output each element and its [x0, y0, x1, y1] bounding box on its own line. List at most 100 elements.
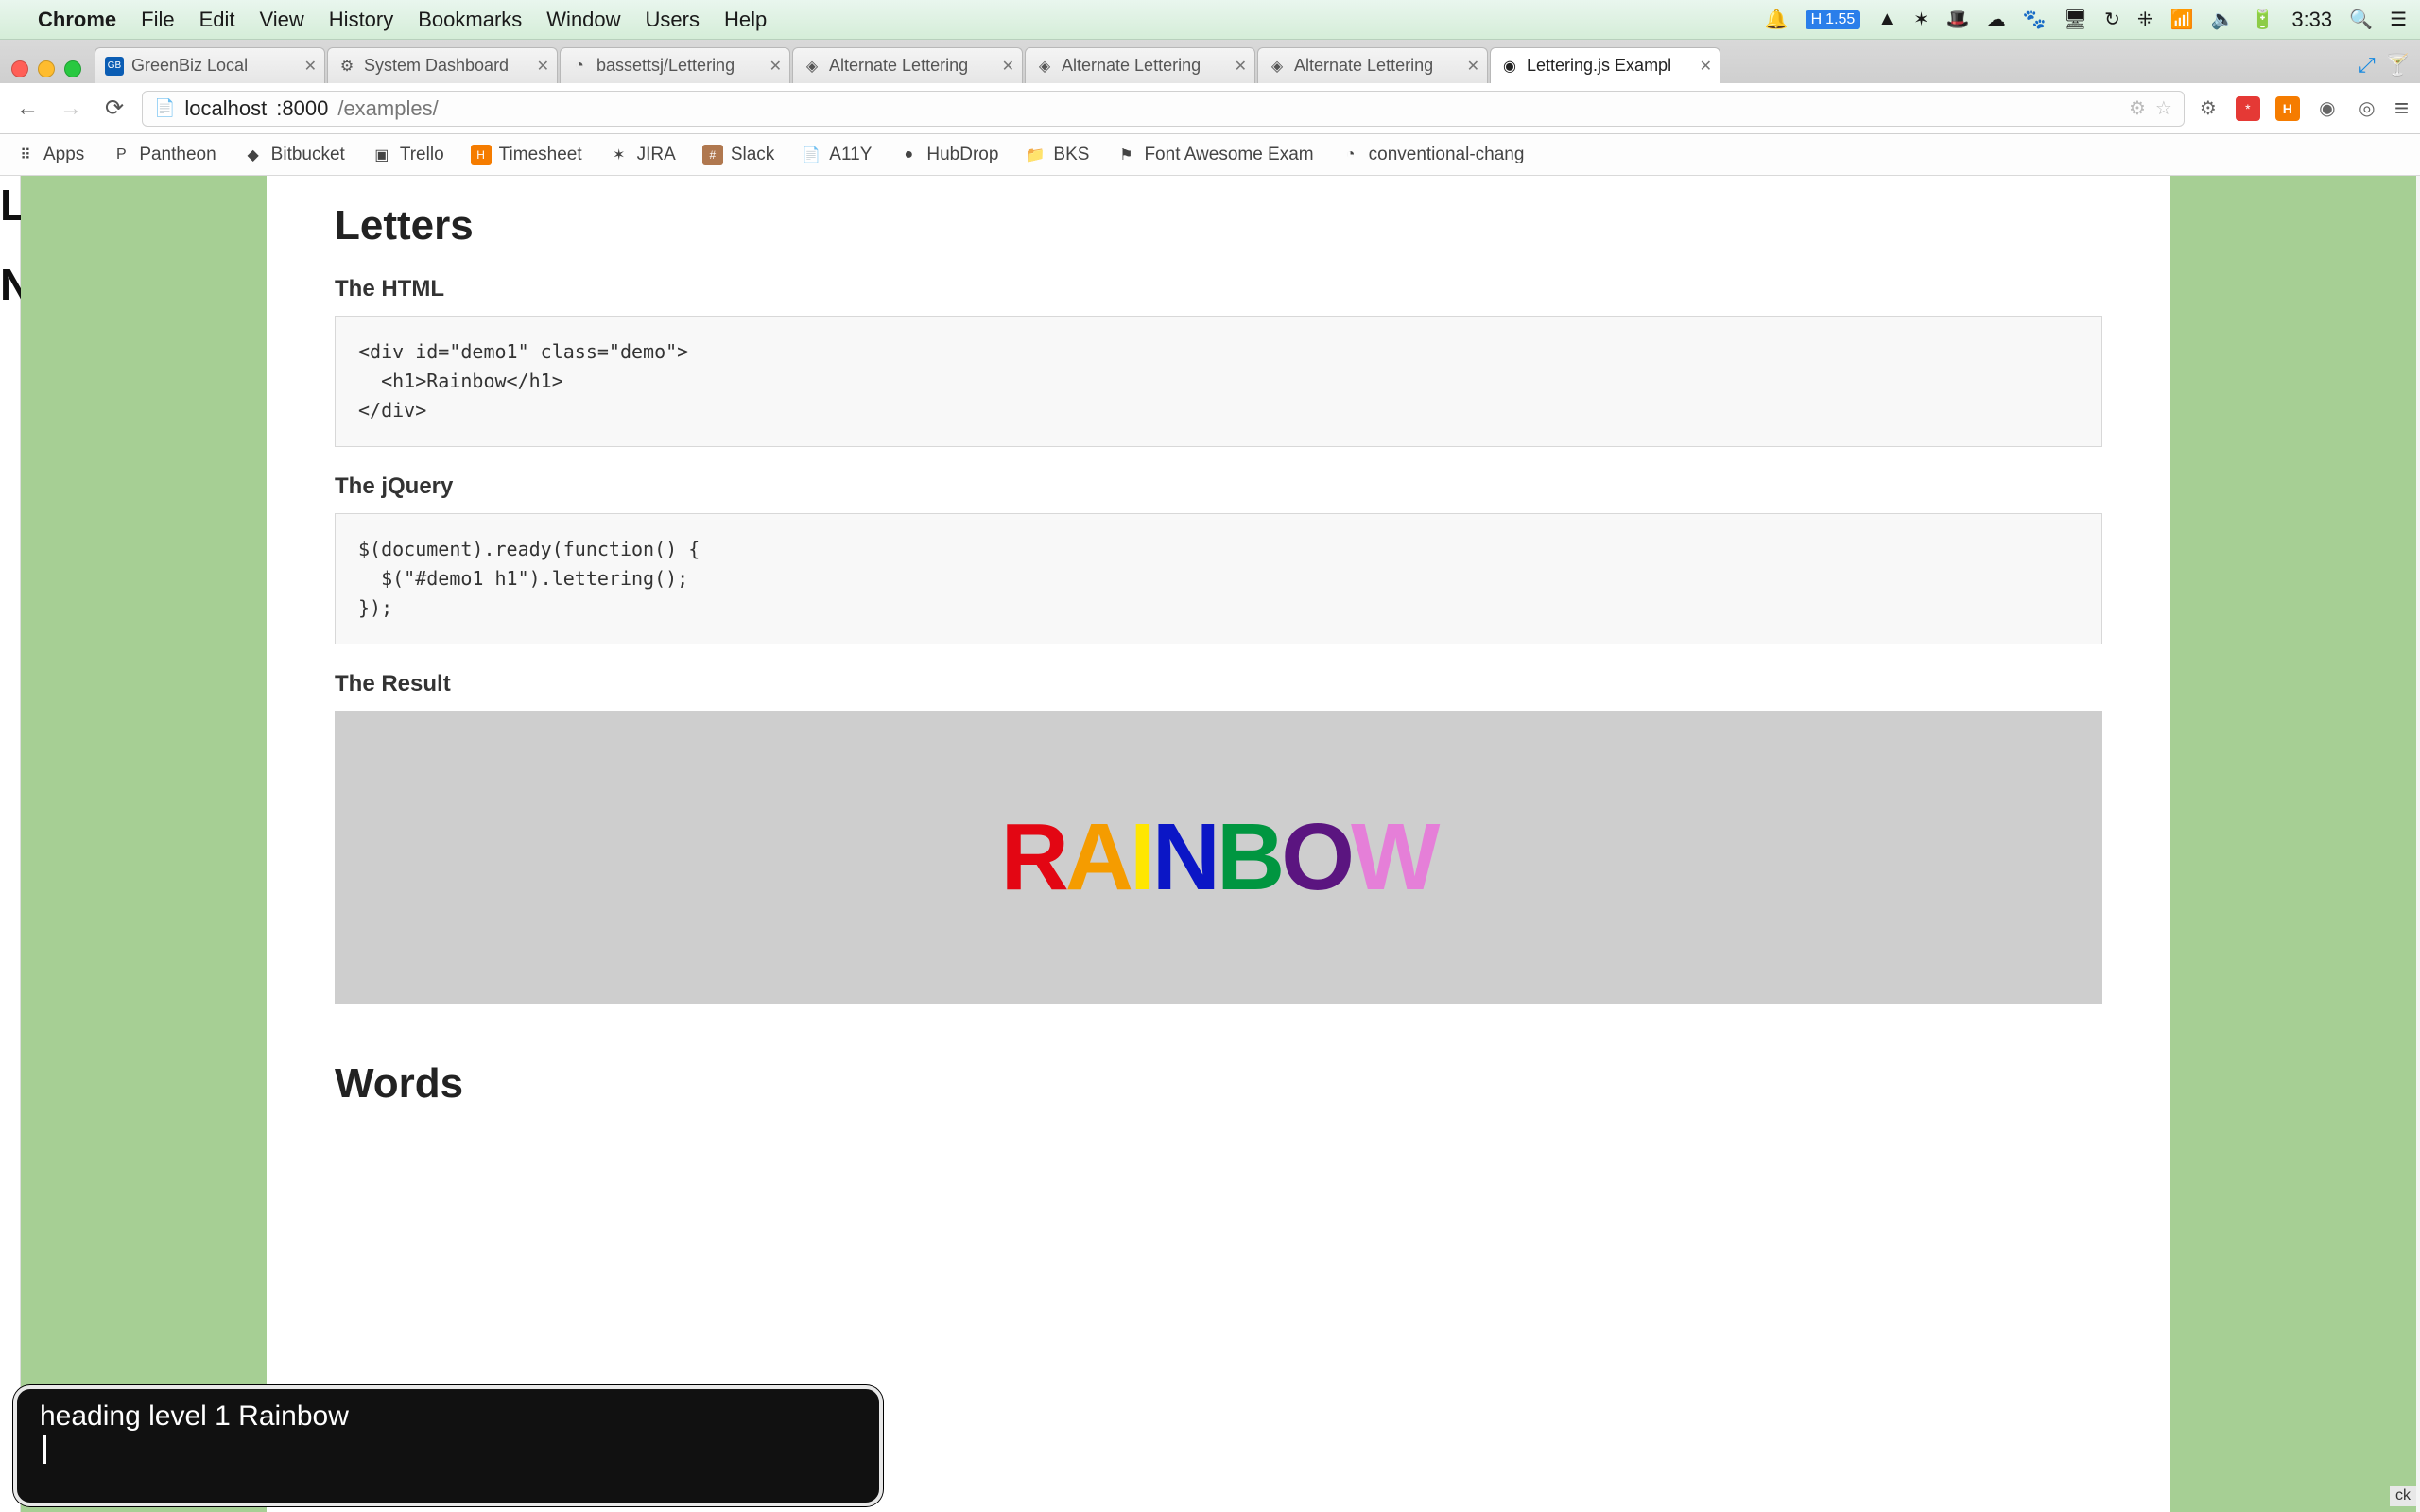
notification-icon[interactable]: 🔔 [1765, 8, 1789, 31]
menubar-clock[interactable]: 3:33 [2291, 8, 2332, 32]
bookmark-label: Trello [400, 145, 444, 165]
tab-close-icon[interactable]: ✕ [1235, 57, 1247, 76]
tab-6-active[interactable]: ◉ Lettering.js Exampl ✕ [1490, 47, 1720, 83]
bookmark-bitbucket[interactable]: ◆Bitbucket [243, 145, 345, 165]
tab-label: Alternate Lettering [1294, 56, 1450, 76]
tab-4[interactable]: ◈ Alternate Lettering ✕ [1025, 47, 1255, 83]
url-host: localhost [184, 96, 267, 121]
voiceover-text: heading level 1 Rainbow [40, 1400, 349, 1432]
nav-forward-button[interactable]: → [55, 93, 87, 125]
window-minimize-button[interactable] [38, 60, 55, 77]
tab-favicon: ◈ [1035, 57, 1054, 76]
bookmark-jira[interactable]: ✶JIRA [609, 145, 676, 165]
bookmark-slack[interactable]: #Slack [702, 145, 774, 165]
cloud-icon[interactable]: ☁ [1987, 8, 2006, 31]
bookmark-label: Slack [731, 145, 774, 165]
tab-favicon: GB [105, 57, 124, 76]
wifi-icon[interactable]: 📶 [2170, 8, 2194, 31]
tab-1[interactable]: ⚙ System Dashboard ✕ [327, 47, 558, 83]
omnibox[interactable]: 📄 localhost:8000/examples/ ⚙ ☆ [142, 91, 2185, 127]
volume-icon[interactable]: 🔈 [2211, 8, 2235, 31]
bookmark-label: conventional-chang [1369, 145, 1525, 165]
bookmark-star-icon[interactable]: ☆ [2155, 96, 2172, 120]
bookmark-timesheet[interactable]: HTimesheet [471, 145, 582, 165]
bookmark-fontawesome[interactable]: ⚑Font Awesome Exam [1115, 145, 1313, 165]
menu-bookmarks[interactable]: Bookmarks [418, 8, 522, 32]
tab-close-icon[interactable]: ✕ [1467, 57, 1479, 76]
bluetooth-icon[interactable]: ⁜ [2137, 8, 2153, 31]
tab-3[interactable]: ◈ Alternate Lettering ✕ [792, 47, 1023, 83]
tab-close-icon[interactable]: ✕ [1002, 57, 1014, 76]
load-prefix: H [1811, 11, 1823, 28]
menu-history[interactable]: History [329, 8, 393, 32]
bitbucket-icon: ◆ [243, 145, 264, 165]
bks-icon: 📁 [1025, 145, 1046, 165]
tab-close-icon[interactable]: ✕ [769, 57, 782, 76]
page-viewport[interactable]: Letters The HTML <div id="demo1" class="… [21, 176, 2416, 1512]
menu-view[interactable]: View [260, 8, 304, 32]
battery-icon[interactable]: 🔋 [2251, 8, 2274, 31]
ext-eye-icon[interactable]: ◉ [2315, 96, 2340, 121]
window-zoom-button[interactable] [64, 60, 81, 77]
tab-label: Alternate Lettering [829, 56, 985, 76]
tab-close-icon[interactable]: ✕ [537, 57, 549, 76]
ext-target-icon[interactable]: ◎ [2355, 96, 2379, 121]
paw-icon[interactable]: 🐾 [2023, 8, 2047, 31]
code-block-jquery[interactable]: $(document).ready(function() { $("#demo1… [335, 513, 2102, 644]
rainbow-letter-2: I [1130, 803, 1152, 912]
bookmark-label: Pantheon [139, 145, 216, 165]
nav-reload-button[interactable]: ⟳ [98, 93, 130, 125]
chrome-tabstrip: GB GreenBiz Local ✕ ⚙ System Dashboard ✕… [0, 40, 2420, 83]
bookmark-label: Apps [43, 145, 84, 165]
url-path: /examples/ [337, 96, 438, 121]
timemachine-icon[interactable]: ↻ [2104, 8, 2120, 31]
bookmark-hubdrop[interactable]: ●HubDrop [898, 145, 998, 165]
menu-edit[interactable]: Edit [199, 8, 235, 32]
menu-window[interactable]: Window [546, 8, 620, 32]
tab-5[interactable]: ◈ Alternate Lettering ✕ [1257, 47, 1488, 83]
bookmark-bks[interactable]: 📁BKS [1025, 145, 1089, 165]
fullscreen-icon[interactable]: ⤢ [2359, 53, 2376, 77]
rainbow-heading: RAINBOW [1001, 803, 1437, 912]
section-title-words: Words [335, 1060, 2102, 1108]
drive-icon[interactable]: ▲ [1877, 9, 1896, 30]
martini-icon[interactable]: 🍸 [2385, 53, 2411, 77]
nav-back-button[interactable]: ← [11, 93, 43, 125]
hubdrop-icon: ● [898, 145, 919, 165]
notification-center-icon[interactable]: ☰ [2390, 8, 2407, 31]
menu-users[interactable]: Users [646, 8, 700, 32]
sync-icon[interactable]: ✶ [1913, 8, 1929, 31]
spotlight-icon[interactable]: 🔍 [2349, 8, 2373, 31]
ext-gear-icon[interactable]: ⚙ [2196, 96, 2221, 121]
ext-lastpass-icon[interactable]: * [2236, 96, 2260, 121]
tab-2[interactable]: ◔ bassettsj/Lettering ✕ [560, 47, 790, 83]
rainbow-letter-0: R [1001, 803, 1065, 912]
app-name[interactable]: Chrome [38, 8, 116, 32]
subheading-jquery: The jQuery [335, 473, 2102, 500]
display-icon[interactable]: 🖥 [2064, 8, 2087, 31]
tab-label: bassettsj/Lettering [596, 56, 752, 76]
window-close-button[interactable] [11, 60, 28, 77]
rainbow-letter-1: A [1065, 803, 1130, 912]
bookmarks-bar: ⠿Apps PPantheon ◆Bitbucket ▣Trello HTime… [0, 134, 2420, 176]
sliver-line-2: N [0, 259, 20, 310]
bookmark-conventional[interactable]: ◔ conventional-chang [1340, 145, 1525, 165]
code-block-html[interactable]: <div id="demo1" class="demo"> <h1>Rainbo… [335, 316, 2102, 447]
tab-close-icon[interactable]: ✕ [304, 57, 317, 76]
bookmark-apps[interactable]: ⠿Apps [15, 145, 84, 165]
devtools-icon[interactable]: ⚙ [2129, 96, 2146, 120]
menu-file[interactable]: File [141, 8, 174, 32]
ext-h-icon[interactable]: H [2275, 96, 2300, 121]
load-badge[interactable]: H 1.55 [1806, 10, 1861, 29]
tab-close-icon[interactable]: ✕ [1700, 57, 1712, 76]
menu-help[interactable]: Help [724, 8, 767, 32]
bookmark-a11y[interactable]: 📄A11Y [801, 145, 872, 165]
hat-icon[interactable]: 🎩 [1946, 8, 1970, 31]
tab-0[interactable]: GB GreenBiz Local ✕ [95, 47, 325, 83]
bookmark-pantheon[interactable]: PPantheon [111, 145, 216, 165]
load-value: 1.55 [1825, 11, 1855, 28]
bookmark-trello[interactable]: ▣Trello [372, 145, 444, 165]
chrome-menu-button[interactable]: ≡ [2394, 94, 2409, 123]
window-controls [6, 60, 93, 83]
github-icon: ◔ [1340, 145, 1361, 165]
